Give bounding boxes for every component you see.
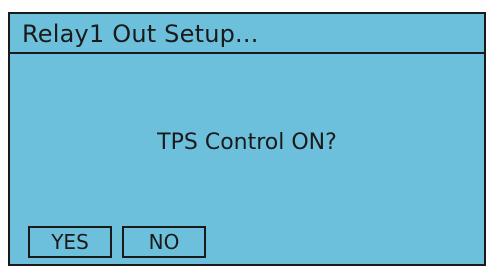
confirmation-message: TPS Control ON? bbox=[157, 130, 337, 155]
yes-button[interactable]: YES bbox=[28, 226, 112, 258]
dialog-title: Relay1 Out Setup... bbox=[22, 20, 259, 48]
yes-button-label: YES bbox=[51, 230, 89, 254]
relay-setup-dialog: Relay1 Out Setup... TPS Control ON? YES … bbox=[8, 12, 486, 266]
title-bar: Relay1 Out Setup... bbox=[10, 14, 484, 54]
no-button[interactable]: NO bbox=[122, 226, 206, 258]
no-button-label: NO bbox=[148, 230, 180, 254]
